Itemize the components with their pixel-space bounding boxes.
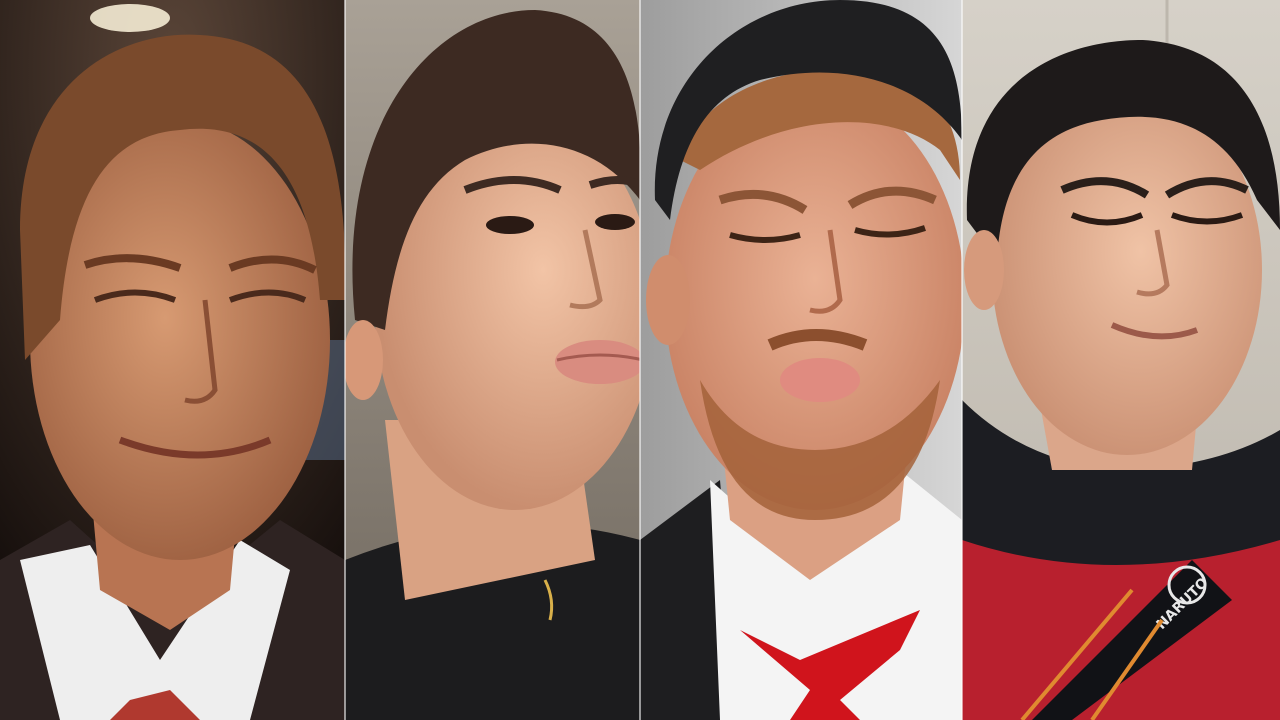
pouting-lips [780,358,860,402]
portrait-squinting-man: NARUTO [962,0,1280,720]
right-eye [595,214,635,230]
divider-1 [344,0,346,720]
face-collage: NARUTO [0,0,1280,720]
divider-3 [961,0,963,720]
portrait-suit-man [0,0,345,720]
red-jacket [962,540,1280,720]
panel-2-portrait [345,0,640,720]
divider-2 [639,0,641,720]
portrait-cap-man [640,0,962,720]
panel-4-portrait: NARUTO [962,0,1280,720]
lamp-light [90,4,170,32]
panel-3-portrait [640,0,962,720]
panel-1-portrait [0,0,345,720]
left-eye [486,216,534,234]
portrait-pouting-man [345,0,640,720]
